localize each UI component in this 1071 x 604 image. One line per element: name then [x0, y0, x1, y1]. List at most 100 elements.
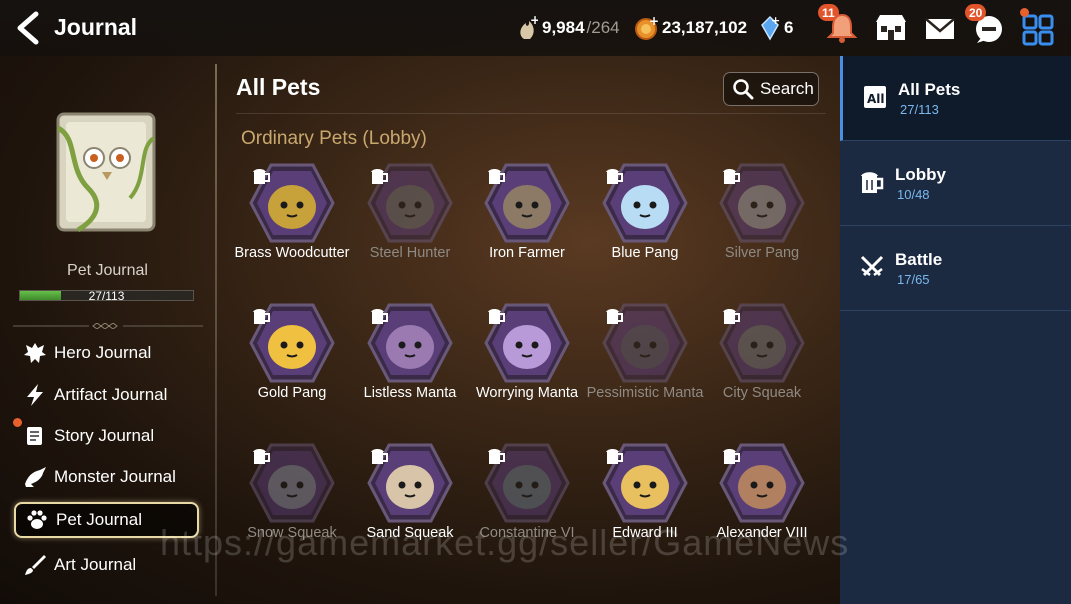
lobby-mug-icon — [371, 449, 388, 464]
crystal-value: 6 — [784, 18, 794, 37]
nav-label: Artifact Journal — [54, 385, 168, 404]
pet-card[interactable]: Listless Manta — [351, 303, 469, 433]
stamina-icon: + — [520, 15, 538, 39]
sidebar-divider — [215, 64, 217, 596]
pet-card[interactable]: Steel Hunter — [351, 163, 469, 293]
pet-card[interactable]: Blue Pang — [586, 163, 704, 293]
pet-name: Worrying Manta — [475, 385, 579, 401]
tab-battle[interactable]: Battle 17/65 — [840, 226, 1071, 311]
search-icon — [733, 79, 754, 100]
pet-card[interactable]: Iron Farmer — [468, 163, 586, 293]
pet-name: Listless Manta — [363, 385, 457, 401]
gold-display[interactable]: + 23,187,102 — [634, 14, 747, 42]
page-title: Journal — [54, 14, 138, 40]
svg-text:+: + — [530, 15, 538, 27]
shop-icon — [876, 15, 906, 40]
pet-category-title: Ordinary Pets (Lobby) — [241, 128, 427, 149]
progress-text: 27/113 — [88, 289, 125, 303]
nav-monster-journal[interactable]: Monster Journal — [14, 459, 199, 495]
all-icon: All — [864, 86, 886, 108]
lobby-mug-icon — [723, 449, 740, 464]
lobby-mug-icon — [488, 169, 505, 184]
pet-card[interactable]: Worrying Manta — [468, 303, 586, 433]
nav-label: Story Journal — [54, 426, 155, 445]
lobby-mug-icon — [371, 169, 388, 184]
watermark-text: https://gamemarket.gg/seller/GameNews — [160, 522, 850, 563]
journal-name: Pet Journal — [67, 262, 148, 279]
svg-text:All: All — [867, 92, 885, 106]
nav-hero-journal[interactable]: Hero Journal — [14, 335, 199, 371]
scroll-icon — [27, 427, 42, 445]
lobby-mug-icon — [488, 309, 505, 324]
search-label: Search — [760, 79, 814, 98]
filter-panel: All All Pets 27/113 Lobby 10/48 Battle 1… — [840, 56, 1071, 604]
pet-card[interactable]: Brass Woodcutter — [233, 163, 351, 293]
pet-card[interactable]: Gold Pang — [233, 303, 351, 433]
stamina-value: 9,984 — [542, 18, 585, 37]
hero-icon — [24, 343, 46, 363]
pet-name: Gold Pang — [257, 385, 327, 401]
nav-label: Monster Journal — [54, 467, 176, 486]
paw-icon — [27, 510, 47, 529]
nav-label: Art Journal — [54, 555, 137, 574]
pet-card[interactable]: City Squeak — [703, 303, 821, 433]
shop-button[interactable] — [873, 10, 909, 46]
top-bar: Journal + 9,984 /264 + 23,187,102 + 6 11 — [0, 0, 1071, 56]
lobby-mug-icon — [371, 309, 388, 324]
notification-badge: 11 — [818, 4, 839, 21]
svg-text:+: + — [771, 15, 780, 27]
pet-name: Brass Woodcutter — [234, 245, 350, 261]
lobby-mug-icon — [488, 449, 505, 464]
pet-name: City Squeak — [722, 385, 802, 401]
gold-value: 23,187,102 — [662, 18, 748, 37]
journal-progress-bar: 27/113 — [19, 289, 194, 303]
lobby-mug-icon — [253, 449, 270, 464]
tab-label: Lobby — [895, 165, 946, 184]
gold-coin-icon: + — [635, 16, 658, 40]
pet-card[interactable]: Pessimistic Manta — [586, 303, 704, 433]
stamina-display[interactable]: + 9,984 /264 — [516, 14, 620, 42]
tab-label: All Pets — [898, 80, 961, 99]
dragon-icon — [25, 467, 46, 487]
lobby-mug-icon — [723, 169, 740, 184]
pet-name: Blue Pang — [611, 245, 679, 261]
lobby-mug-icon — [253, 309, 270, 324]
chat-button[interactable]: 20 — [965, 4, 1007, 46]
pet-name: Silver Pang — [724, 245, 800, 261]
tab-all-pets[interactable]: All All Pets 27/113 — [840, 56, 1071, 141]
pet-card[interactable]: Silver Pang — [703, 163, 821, 293]
tab-lobby[interactable]: Lobby 10/48 — [840, 141, 1071, 226]
nav-story-journal[interactable]: Story Journal — [14, 418, 199, 454]
section-header-title: All Pets — [236, 74, 321, 100]
search-button[interactable]: Search — [723, 72, 819, 106]
lightning-icon — [27, 384, 43, 406]
lobby-mug-icon — [606, 309, 623, 324]
notification-button[interactable]: 11 — [818, 4, 860, 46]
menu-button[interactable] — [1020, 8, 1056, 46]
lobby-mug-icon — [723, 309, 740, 324]
chat-badge: 20 — [965, 4, 987, 21]
tab-count: 10/48 — [897, 187, 930, 202]
brush-icon — [25, 555, 46, 575]
back-arrow-icon[interactable] — [12, 10, 46, 46]
ornamental-divider — [13, 323, 203, 329]
lobby-mug-icon — [606, 169, 623, 184]
menu-alert-dot — [1020, 8, 1029, 17]
crystal-icon: + — [761, 15, 780, 41]
header-separator — [236, 113, 826, 114]
nav-label: Pet Journal — [56, 510, 142, 529]
nav-artifact-journal[interactable]: Artifact Journal — [14, 377, 199, 413]
pet-name: Steel Hunter — [369, 245, 451, 261]
svg-text:+: + — [649, 16, 658, 28]
mail-button[interactable] — [922, 10, 958, 46]
lobby-mug-icon — [606, 449, 623, 464]
mail-icon — [925, 18, 955, 39]
pet-name: Pessimistic Manta — [586, 385, 704, 401]
mug-icon — [861, 172, 884, 193]
stamina-max: /264 — [586, 18, 620, 37]
crystal-display[interactable]: + 6 — [760, 14, 793, 42]
tab-label: Battle — [895, 250, 943, 269]
pet-journal-book-icon — [56, 112, 156, 233]
story-alert-dot — [13, 418, 22, 427]
lobby-mug-icon — [253, 169, 270, 184]
